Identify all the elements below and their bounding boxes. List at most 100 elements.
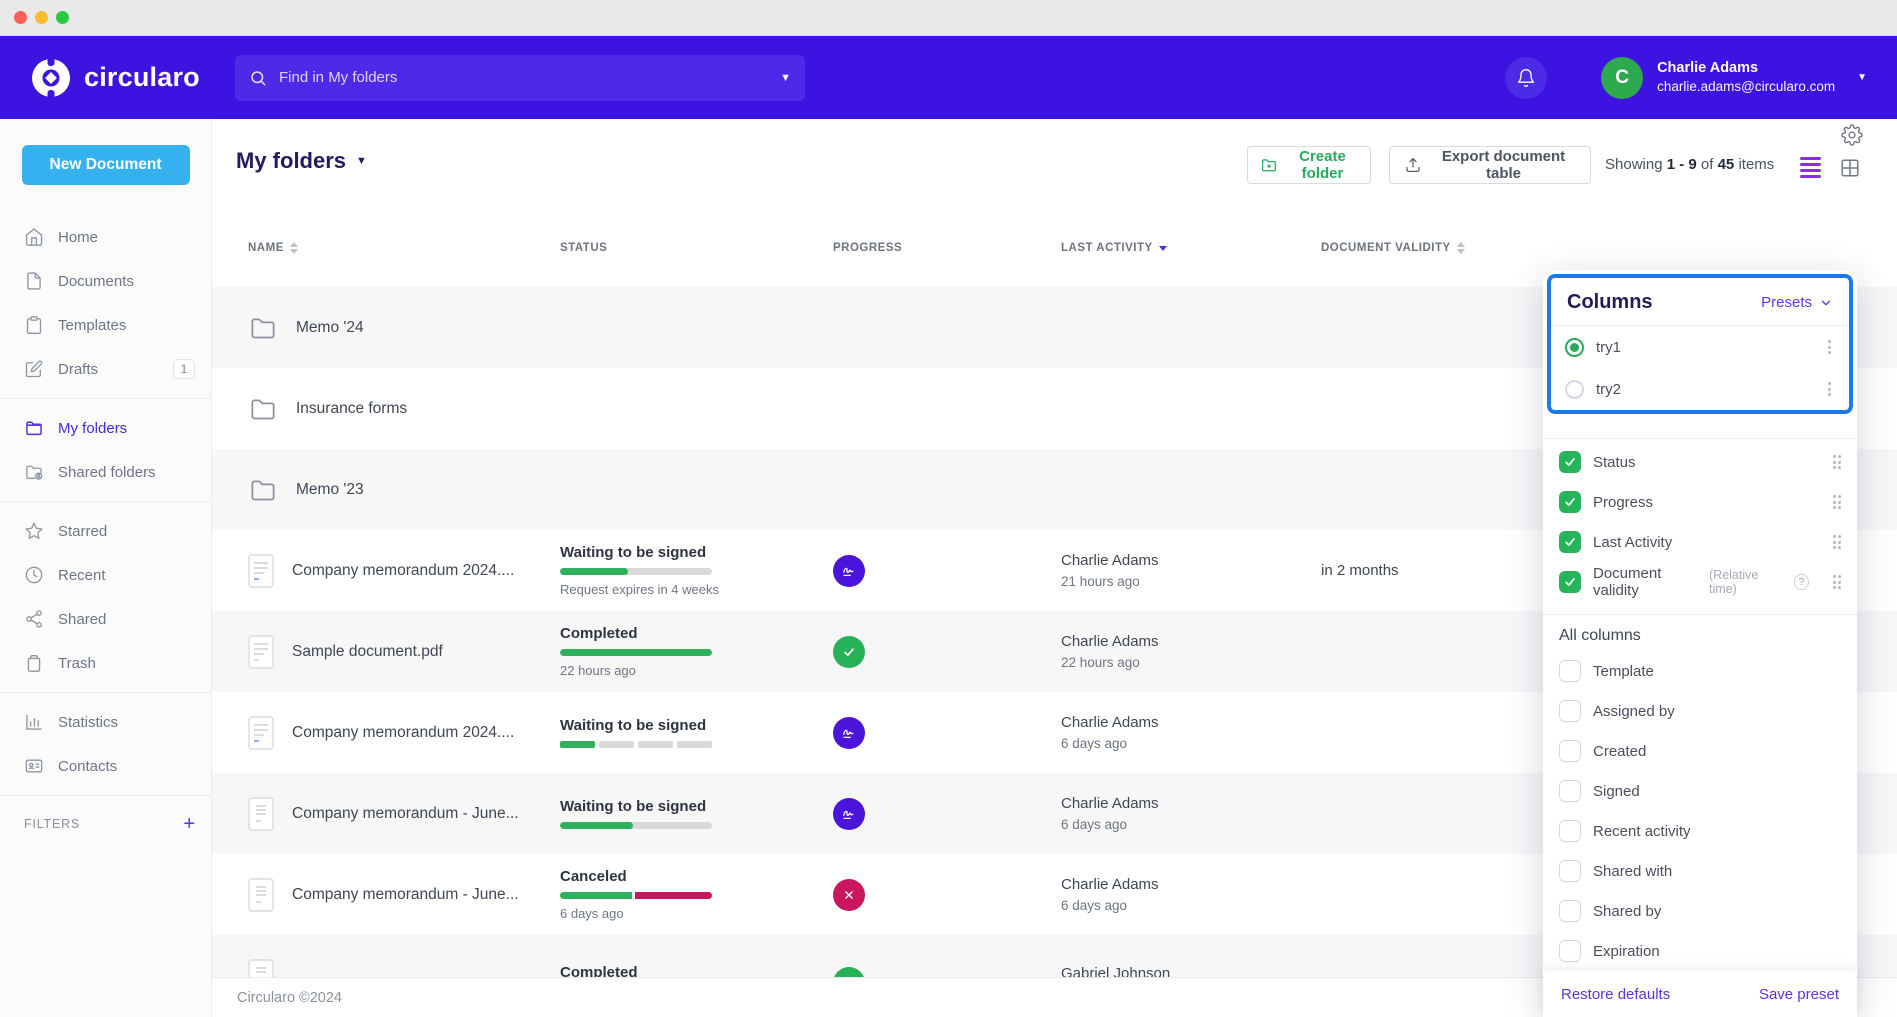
column-toggle-signed[interactable]: Signed [1543, 771, 1857, 811]
checkbox-unchecked-icon[interactable] [1559, 700, 1581, 722]
checkbox-unchecked-icon[interactable] [1559, 660, 1581, 682]
page-title[interactable]: My folders ▼ [236, 148, 367, 174]
sidebar-item-recent[interactable]: Recent [0, 553, 211, 597]
drag-handle-icon[interactable] [1833, 455, 1842, 469]
preset-option-try2[interactable]: try2 [1551, 368, 1849, 410]
search-input[interactable]: Find in My folders ▼ [235, 55, 805, 101]
logo[interactable]: circularo [30, 57, 200, 99]
column-toggle-recent-activity[interactable]: Recent activity [1543, 811, 1857, 851]
save-preset-link[interactable]: Save preset [1759, 986, 1839, 1003]
signature-status-badge [833, 798, 865, 830]
checkbox-checked-icon[interactable] [1559, 571, 1581, 593]
help-icon[interactable]: ? [1794, 574, 1808, 590]
sidebar-item-shared[interactable]: Shared [0, 597, 211, 641]
progress-bar [560, 568, 712, 575]
window-titlebar [0, 0, 1897, 36]
sidebar-item-label: Starred [58, 523, 107, 540]
last-activity-time: 21 hours ago [1061, 574, 1321, 589]
preset-menu-kebab-icon[interactable] [1824, 336, 1835, 358]
new-document-button[interactable]: New Document [22, 145, 190, 185]
checkbox-unchecked-icon[interactable] [1559, 940, 1581, 962]
notifications-button[interactable] [1505, 57, 1547, 99]
status-note: 6 days ago [560, 906, 833, 921]
user-menu-caret-icon[interactable]: ▼ [1857, 72, 1867, 83]
progress-bar [560, 649, 712, 656]
user-info[interactable]: Charlie Adams charlie.adams@circularo.co… [1657, 59, 1835, 95]
last-activity-time: 6 days ago [1061, 736, 1321, 751]
all-columns-heading: All columns [1559, 627, 1841, 645]
sidebar-item-label: My folders [58, 420, 127, 437]
checkbox-unchecked-icon[interactable] [1559, 740, 1581, 762]
avatar[interactable]: C [1601, 57, 1643, 99]
column-toggle-document-validity[interactable]: Document validity (Relative time) ? [1543, 562, 1857, 602]
column-header-document-validity[interactable]: DOCUMENT VALIDITY [1321, 242, 1897, 254]
sidebar-item-shared-folders[interactable]: Shared folders [0, 450, 211, 494]
sidebar-item-label: Contacts [58, 758, 117, 775]
drag-handle-icon[interactable] [1833, 575, 1842, 589]
table-settings-gear-icon[interactable] [1841, 124, 1863, 146]
restore-defaults-link[interactable]: Restore defaults [1561, 986, 1670, 1003]
export-document-table-button[interactable]: Export document table [1389, 146, 1591, 184]
preset-menu-kebab-icon[interactable] [1824, 378, 1835, 400]
sidebar-item-starred[interactable]: Starred [0, 509, 211, 553]
document-name: Company memorandum 2024.... [292, 562, 514, 580]
column-header-progress[interactable]: PROGRESS [833, 242, 1061, 254]
drag-handle-icon[interactable] [1833, 535, 1842, 549]
columns-settings-panel: Columns Presets try1 try2 Status [1543, 270, 1857, 1017]
checkbox-unchecked-icon[interactable] [1559, 860, 1581, 882]
presets-dropdown[interactable]: Presets [1761, 294, 1833, 311]
list-view-button[interactable] [1800, 157, 1821, 178]
document-name: Company memorandum 2024.... [292, 724, 514, 742]
checkbox-checked-icon[interactable] [1559, 531, 1581, 553]
app-header: circularo Find in My folders ▼ C Charlie… [0, 36, 1897, 119]
sidebar-item-documents[interactable]: Documents [0, 259, 211, 303]
create-folder-button[interactable]: Create folder [1247, 146, 1371, 184]
column-toggle-created[interactable]: Created [1543, 731, 1857, 771]
close-button[interactable] [14, 11, 27, 24]
progress-bar [560, 822, 712, 829]
column-toggle-shared-with[interactable]: Shared with [1543, 851, 1857, 891]
column-header-name[interactable]: NAME [248, 242, 560, 254]
radio-unselected-icon[interactable] [1565, 380, 1584, 399]
panel-divider [1543, 614, 1857, 615]
sidebar-item-label: Home [58, 229, 98, 246]
column-toggle-progress[interactable]: Progress [1543, 482, 1857, 522]
checkbox-unchecked-icon[interactable] [1559, 820, 1581, 842]
column-toggle-assigned-by[interactable]: Assigned by [1543, 691, 1857, 731]
column-toggle-expiration[interactable]: Expiration [1543, 931, 1857, 971]
sidebar-item-my-folders[interactable]: My folders [0, 406, 211, 450]
drag-handle-icon[interactable] [1833, 495, 1842, 509]
trash-icon [24, 653, 44, 673]
radio-selected-icon[interactable] [1565, 338, 1584, 357]
sidebar-item-label: Shared [58, 611, 106, 628]
folder-name: Memo '23 [296, 481, 364, 499]
column-toggle-template[interactable]: Template [1543, 651, 1857, 691]
last-activity-actor: Charlie Adams [1061, 876, 1321, 893]
add-filter-button[interactable]: + [183, 813, 195, 836]
signature-status-badge [833, 717, 865, 749]
column-toggle-last-activity[interactable]: Last Activity [1543, 522, 1857, 562]
search-scope-caret-icon[interactable]: ▼ [770, 72, 791, 84]
sidebar-divider [0, 795, 211, 796]
sort-icon [1457, 242, 1465, 254]
minimize-button[interactable] [35, 11, 48, 24]
sidebar-item-home[interactable]: Home [0, 215, 211, 259]
completed-status-badge [833, 636, 865, 668]
sidebar-item-templates[interactable]: Templates [0, 303, 211, 347]
grid-view-button[interactable] [1839, 157, 1861, 179]
preset-option-try1[interactable]: try1 [1551, 326, 1849, 368]
column-header-last-activity[interactable]: LAST ACTIVITY [1061, 242, 1321, 254]
zoom-button[interactable] [56, 11, 69, 24]
clock-icon [24, 565, 44, 585]
column-toggle-shared-by[interactable]: Shared by [1543, 891, 1857, 931]
sidebar-item-statistics[interactable]: Statistics [0, 700, 211, 744]
sidebar-item-contacts[interactable]: Contacts [0, 744, 211, 788]
checkbox-checked-icon[interactable] [1559, 491, 1581, 513]
checkbox-checked-icon[interactable] [1559, 451, 1581, 473]
checkbox-unchecked-icon[interactable] [1559, 900, 1581, 922]
column-header-status[interactable]: STATUS [560, 242, 833, 254]
checkbox-unchecked-icon[interactable] [1559, 780, 1581, 802]
sidebar-item-trash[interactable]: Trash [0, 641, 211, 685]
sidebar-item-drafts[interactable]: Drafts 1 [0, 347, 211, 391]
column-toggle-status[interactable]: Status [1543, 442, 1857, 482]
